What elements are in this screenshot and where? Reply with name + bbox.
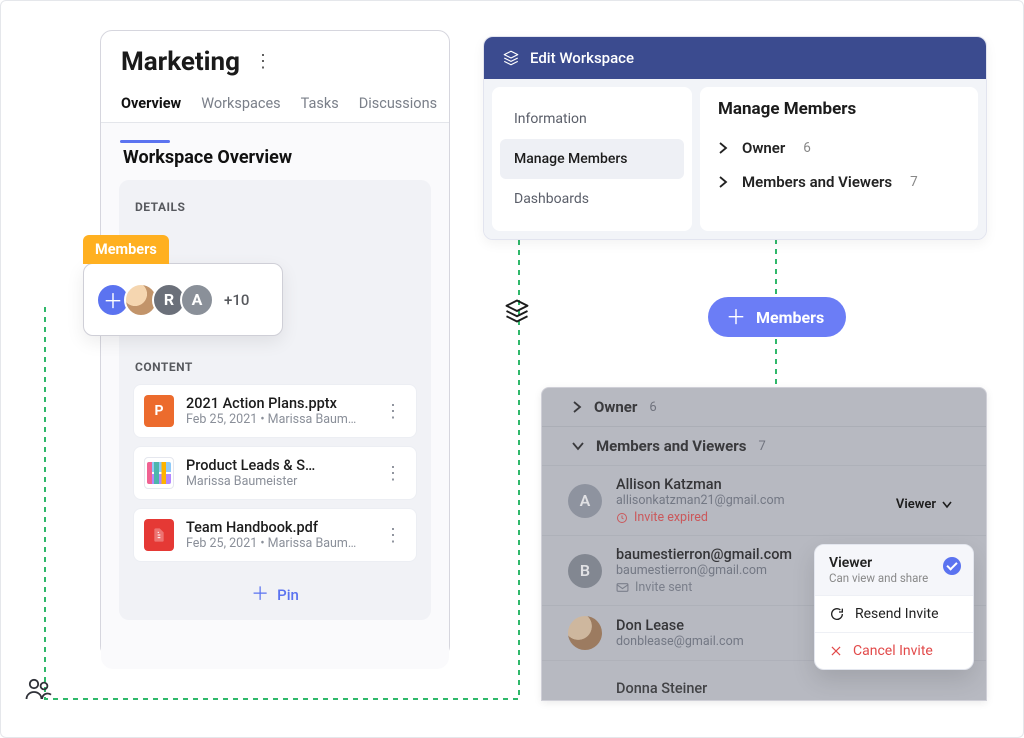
details-label: DETAILS bbox=[133, 194, 417, 224]
pin-label: Pin bbox=[277, 586, 299, 604]
edit-workspace-panel: Edit Workspace Information Manage Member… bbox=[483, 36, 987, 240]
tabs: Overview Workspaces Tasks Discussions bbox=[101, 77, 449, 123]
role-group-label: Members and Viewers bbox=[596, 437, 746, 455]
content-list: P 2021 Action Plans.pptx Feb 25, 2021 • … bbox=[133, 384, 417, 604]
plus-icon: ＋ bbox=[251, 586, 269, 604]
dropdown-option-viewer[interactable]: Viewer Can view and share bbox=[815, 545, 973, 595]
workspace-title: Marketing bbox=[121, 47, 240, 77]
side-item-information[interactable]: Information bbox=[500, 99, 684, 139]
powerpoint-icon: P bbox=[144, 395, 174, 427]
tab-discussions[interactable]: Discussions bbox=[359, 85, 437, 122]
dropdown-cancel-invite[interactable]: Cancel Invite bbox=[815, 632, 973, 669]
role-dropdown: Viewer Can view and share Resend Invite … bbox=[814, 544, 974, 670]
pin-button[interactable]: ＋ Pin bbox=[251, 580, 299, 604]
file-meta: Feb 25, 2021 • Marissa Baum… bbox=[186, 412, 368, 427]
file-name: 2021 Action Plans.pptx bbox=[186, 395, 368, 412]
panel-main-title: Manage Members bbox=[718, 99, 960, 119]
dropdown-resend-label: Resend Invite bbox=[855, 606, 939, 622]
invite-status: Invite expired bbox=[616, 510, 960, 525]
file-name: Team Handbook.pdf bbox=[186, 519, 368, 536]
app-frame: Marketing ⋮ Overview Workspaces Tasks Di… bbox=[0, 0, 1024, 738]
panel-title: Edit Workspace bbox=[530, 49, 634, 67]
dropdown-option-sub: Can view and share bbox=[829, 571, 959, 585]
close-icon bbox=[829, 644, 843, 658]
member-name: Allison Katzman bbox=[616, 476, 960, 493]
members-pill-button[interactable]: ＋ Members bbox=[708, 297, 846, 337]
dropdown-option-title: Viewer bbox=[829, 555, 872, 571]
tab-tasks[interactable]: Tasks bbox=[301, 85, 339, 122]
role-group-count: 7 bbox=[758, 439, 765, 454]
more-icon[interactable]: ⋮ bbox=[380, 463, 406, 484]
role-group-count: 7 bbox=[910, 174, 918, 190]
role-group-label: Members and Viewers bbox=[742, 173, 892, 191]
role-group-label: Owner bbox=[742, 139, 785, 157]
sheet-icon bbox=[144, 457, 174, 489]
file-row[interactable]: P 2021 Action Plans.pptx Feb 25, 2021 • … bbox=[133, 384, 417, 438]
members-icon bbox=[25, 677, 53, 701]
pdf-icon bbox=[144, 519, 174, 551]
workspace-stack-icon bbox=[502, 49, 520, 67]
role-group-members[interactable]: Members and Viewers 7 bbox=[718, 165, 960, 199]
section-title: Workspace Overview bbox=[111, 129, 439, 180]
role-select[interactable]: Viewer bbox=[896, 497, 952, 512]
dropdown-resend-invite[interactable]: Resend Invite bbox=[815, 595, 973, 632]
members-pill-label: Members bbox=[756, 308, 824, 327]
more-icon[interactable]: ⋮ bbox=[380, 401, 406, 422]
avatar-letter: A bbox=[180, 283, 214, 317]
role-select-label: Viewer bbox=[896, 497, 936, 512]
side-item-manage-members[interactable]: Manage Members bbox=[500, 139, 684, 179]
member-name: Donna Steiner bbox=[616, 680, 960, 697]
role-group-count: 6 bbox=[803, 140, 811, 156]
role-group-owner[interactable]: Owner 6 bbox=[542, 388, 986, 427]
members-list-panel: Owner 6 Members and Viewers 7 A Allison … bbox=[541, 387, 987, 701]
chevron-right-icon bbox=[718, 176, 728, 188]
check-icon bbox=[943, 557, 961, 575]
file-meta: Feb 25, 2021 • Marissa Baum… bbox=[186, 536, 368, 551]
tab-overview[interactable]: Overview bbox=[121, 85, 181, 122]
members-overflow-count: +10 bbox=[224, 291, 249, 309]
avatar-photo bbox=[568, 616, 602, 650]
role-group-owner[interactable]: Owner 6 bbox=[718, 131, 960, 165]
panel-sidebar: Information Manage Members Dashboards bbox=[492, 87, 692, 231]
file-row[interactable]: Team Handbook.pdf Feb 25, 2021 • Marissa… bbox=[133, 508, 417, 562]
more-icon[interactable]: ⋮ bbox=[254, 53, 271, 71]
role-group-members[interactable]: Members and Viewers 7 bbox=[542, 427, 986, 465]
refresh-icon bbox=[829, 606, 845, 622]
plus-icon: ＋ bbox=[726, 307, 746, 327]
members-callout[interactable]: ＋ R A +10 bbox=[83, 263, 283, 336]
chevron-right-icon bbox=[718, 142, 728, 154]
tab-workspaces[interactable]: Workspaces bbox=[201, 85, 280, 122]
avatar-letter: B bbox=[568, 554, 602, 588]
workspace-card: Marketing ⋮ Overview Workspaces Tasks Di… bbox=[100, 30, 450, 658]
file-meta: Marissa Baumeister bbox=[186, 474, 368, 489]
role-group-label: Owner bbox=[594, 398, 637, 416]
clock-alert-icon bbox=[616, 512, 628, 524]
file-row[interactable]: Product Leads & S… Marissa Baumeister ⋮ bbox=[133, 446, 417, 500]
role-group-count: 6 bbox=[649, 400, 656, 415]
chevron-right-icon bbox=[572, 401, 582, 413]
more-icon[interactable]: ⋮ bbox=[380, 525, 406, 546]
content-label: CONTENT bbox=[133, 354, 417, 384]
chevron-down-icon bbox=[572, 441, 584, 451]
panel-main: Manage Members Owner 6 Members and Viewe… bbox=[700, 87, 978, 231]
members-tab-chip: Members bbox=[83, 235, 169, 264]
active-tab-indicator bbox=[120, 140, 170, 143]
side-item-dashboards[interactable]: Dashboards bbox=[500, 179, 684, 219]
file-name: Product Leads & S… bbox=[186, 457, 368, 474]
chevron-down-icon bbox=[942, 501, 952, 509]
workspace-stack-icon bbox=[503, 297, 531, 325]
envelope-icon bbox=[616, 582, 629, 593]
avatar-letter: A bbox=[568, 484, 602, 518]
dropdown-cancel-label: Cancel Invite bbox=[853, 643, 933, 659]
